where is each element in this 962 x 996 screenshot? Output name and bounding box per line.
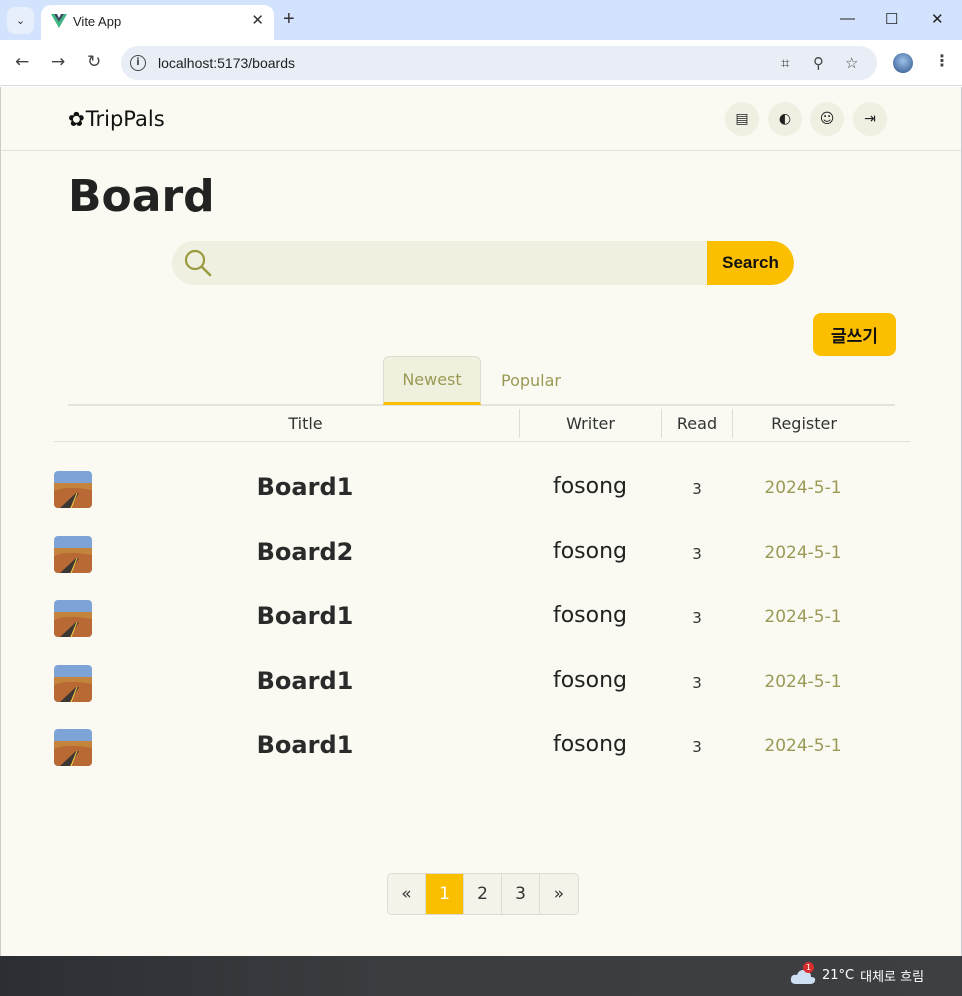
vue-logo-icon: [51, 14, 67, 28]
search-button[interactable]: Search: [707, 241, 794, 285]
table-row[interactable]: Board1 fosong 3 2024-5-1: [54, 469, 910, 509]
os-taskbar: 1 21°C 대체로 흐림: [0, 956, 962, 996]
post-thumbnail: [54, 729, 92, 766]
post-date: 2024-5-1: [764, 736, 842, 756]
browser-toolbar: ← → ↻ i localhost:5173/boards ⌗ ⚲ ☆ ⋮: [0, 40, 962, 86]
post-date: 2024-5-1: [764, 607, 842, 627]
post-title[interactable]: Board1: [92, 731, 518, 759]
temperature-text: 21°C: [822, 968, 855, 983]
post-title[interactable]: Board1: [92, 473, 518, 501]
user-icon: ☺: [819, 111, 835, 127]
table-row[interactable]: Board2 fosong 3 2024-5-1: [54, 534, 910, 574]
tab-search-button[interactable]: ⌄: [7, 7, 34, 34]
pagination-page-2[interactable]: 2: [464, 874, 502, 914]
pagination: « 1 2 3 »: [387, 873, 579, 915]
search-icon: [184, 249, 212, 277]
weather-condition-text: 대체로 흐림: [860, 970, 925, 985]
post-read-count: 3: [692, 674, 702, 692]
pagination-page-1[interactable]: 1: [426, 874, 464, 914]
post-read-count: 3: [692, 545, 702, 563]
column-writer: Writer: [520, 409, 662, 438]
globe-button[interactable]: ◐: [768, 102, 802, 136]
profile-button[interactable]: ☺: [810, 102, 844, 136]
post-writer: fosong: [552, 539, 628, 564]
pagination-page-3[interactable]: 3: [502, 874, 540, 914]
write-post-button[interactable]: 글쓰기: [813, 313, 896, 356]
translate-icon[interactable]: ⌗: [781, 54, 789, 72]
profile-avatar[interactable]: [893, 53, 913, 73]
column-read: Read: [662, 409, 733, 438]
maximize-button[interactable]: ☐: [885, 10, 898, 28]
notes-icon: ▤: [735, 111, 749, 127]
tab-popular[interactable]: Popular: [483, 356, 579, 405]
post-thumbnail: [54, 600, 92, 637]
bookmark-star-icon[interactable]: ☆: [845, 54, 858, 72]
weather-widget[interactable]: 1 21°C 대체로 흐림: [790, 961, 925, 985]
page-title: Board: [68, 171, 215, 222]
minimize-button[interactable]: —: [840, 10, 855, 27]
new-tab-button[interactable]: +: [283, 8, 295, 31]
table-row[interactable]: Board1 fosong 3 2024-5-1: [54, 598, 910, 638]
weather-badge: 1: [803, 961, 814, 973]
column-register: Register: [771, 414, 837, 433]
back-arrow-icon[interactable]: ←: [15, 52, 29, 72]
post-read-count: 3: [692, 738, 702, 756]
reload-icon[interactable]: ↻: [87, 52, 101, 72]
close-window-button[interactable]: ✕: [931, 10, 944, 28]
logo-text: TripPals: [85, 107, 165, 131]
post-writer: fosong: [552, 474, 628, 499]
zoom-icon[interactable]: ⚲: [813, 54, 824, 72]
sort-tabs: Newest Popular: [68, 356, 895, 406]
browser-tab-bar: ⌄ Vite App ✕ + — ☐ ✕: [0, 0, 962, 40]
pagination-next[interactable]: »: [540, 874, 578, 914]
post-date: 2024-5-1: [764, 672, 842, 692]
logout-button[interactable]: ⇥: [853, 102, 887, 136]
post-date: 2024-5-1: [764, 543, 842, 563]
address-bar[interactable]: i localhost:5173/boards ⌗ ⚲ ☆: [121, 46, 877, 80]
post-date: 2024-5-1: [764, 478, 842, 498]
tab-newest[interactable]: Newest: [383, 356, 481, 405]
site-header: ✿ TripPals ▤ ◐ ☺ ⇥: [1, 87, 961, 151]
url-text: localhost:5173/boards: [158, 55, 295, 71]
post-writer: fosong: [552, 732, 628, 757]
browser-tab[interactable]: Vite App ✕: [41, 5, 274, 40]
post-thumbnail: [54, 665, 92, 702]
chevron-down-icon: ⌄: [15, 14, 26, 27]
table-header: Title Writer Read Register: [54, 409, 910, 442]
flower-icon: ✿: [68, 107, 85, 131]
pagination-prev[interactable]: «: [388, 874, 426, 914]
search-bar: Search: [172, 241, 794, 285]
post-thumbnail: [54, 536, 92, 573]
post-writer: fosong: [552, 603, 628, 628]
site-logo[interactable]: ✿ TripPals: [68, 107, 165, 131]
table-row[interactable]: Board1 fosong 3 2024-5-1: [54, 663, 910, 703]
column-title: Title: [92, 409, 520, 438]
tab-title: Vite App: [73, 14, 122, 29]
search-input[interactable]: [222, 241, 702, 285]
logout-icon: ⇥: [864, 111, 876, 127]
post-title[interactable]: Board1: [92, 602, 518, 630]
post-title[interactable]: Board2: [92, 538, 518, 566]
post-read-count: 3: [692, 480, 702, 498]
site-info-icon[interactable]: i: [130, 55, 146, 71]
table-row[interactable]: Board1 fosong 3 2024-5-1: [54, 727, 910, 767]
web-page: ✿ TripPals ▤ ◐ ☺ ⇥ Board Search 글쓰기 Newe…: [0, 87, 962, 956]
post-writer: fosong: [552, 668, 628, 693]
close-tab-icon[interactable]: ✕: [251, 11, 264, 29]
cloud-icon: 1: [790, 961, 816, 985]
post-title[interactable]: Board1: [92, 667, 518, 695]
post-read-count: 3: [692, 609, 702, 627]
post-thumbnail: [54, 471, 92, 508]
globe-icon: ◐: [778, 111, 792, 127]
forward-arrow-icon[interactable]: →: [51, 52, 65, 72]
notes-button[interactable]: ▤: [725, 102, 759, 136]
menu-kebab-icon[interactable]: ⋮: [934, 51, 950, 70]
